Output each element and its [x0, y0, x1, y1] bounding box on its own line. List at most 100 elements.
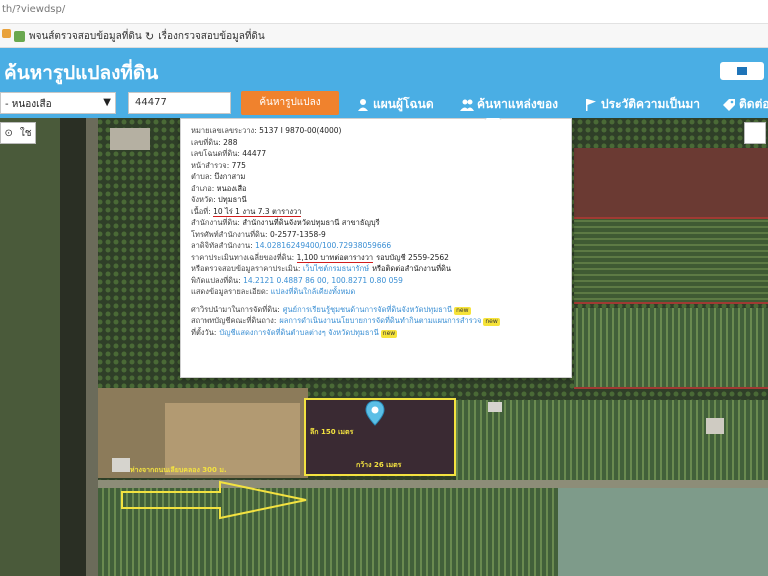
- bookmark-2-label: เรื่องกรวจสอบข้อมูลที่ดิน: [158, 31, 265, 42]
- info-value: 288: [223, 137, 238, 147]
- info-row: ตำบล: บึงกาสาม: [191, 171, 561, 183]
- satellite-map[interactable]: ⊙ ใช ลึก 150 เมตร กว้าง 26 เมตร ห่างจากถ…: [0, 118, 768, 576]
- parcel-width-label: ลึก 150 เมตร: [310, 428, 354, 436]
- info-label: หรือตรวจสอบข้อมูลราคาประเมิน:: [191, 264, 301, 273]
- info-value: บึงกาสาม: [214, 172, 246, 181]
- info-row: หน้าสำรวจ: 775: [191, 160, 561, 172]
- info-value: 775: [231, 160, 246, 170]
- info-row: พิกัดแปลงที่ดิน: 14.2121 0.4887 86 00, 1…: [191, 275, 561, 287]
- bookmark-1[interactable]: พจนส์ตรวจสอบข้อมูลที่ดิน: [14, 29, 142, 44]
- app-header: ค้นหารูปแปลงที่ดิน: [0, 48, 768, 92]
- nav-history-label: ประวัติความเป็นมา: [601, 97, 701, 111]
- info-value: 10 ไร่ 1 งาน 7.3 ตารางวา: [213, 206, 302, 217]
- nav-search-source[interactable]: ค้นหาแหล่งของ: [460, 95, 558, 114]
- parcel-depth-label: กว้าง 26 เมตร: [356, 461, 402, 469]
- info-link[interactable]: 14.2121 0.4887 86 00, 100.8271 0.80 059: [243, 276, 403, 285]
- info-label: แสดงข้อมูลรายละเอียด:: [191, 287, 269, 296]
- info-row: ราคาประเมินทางเฉลี่ยของที่ดิน: 1,100 บาท…: [191, 252, 561, 264]
- nav-search-source-label: ค้นหาแหล่งของ: [477, 97, 559, 111]
- map-zoom-control[interactable]: ⊙ ใช: [0, 122, 36, 144]
- new-badge: new: [380, 329, 398, 338]
- info-row: อำเภอ: หนองเสือ: [191, 183, 561, 195]
- footer-row: ที่ตั้งวัน: บัญชีแสดงการจัดที่ดินตำบลต่าง…: [191, 327, 561, 339]
- info-row: เลขที่ดิน: 288: [191, 137, 561, 149]
- search-toolbar: - หนองเสือ ▼ 44477 ค้นหารูปแปลง แผนผู้โฉ…: [0, 91, 768, 118]
- info-row: จังหวัด: ปทุมธานี: [191, 194, 561, 206]
- info-label: เลขที่ดิน:: [191, 137, 221, 147]
- info-label: สำนักงานที่ดิน:: [191, 218, 240, 227]
- footer-label: ที่ตั้งวัน:: [191, 327, 217, 337]
- new-badge: new: [483, 318, 500, 326]
- info-row: หมายเลขเลขระวาง: 5137 I 9870-00(4000): [191, 125, 561, 137]
- info-label: ตำบล:: [191, 172, 212, 181]
- footer-link[interactable]: ผลการดำเนินงานนโยบายการจัดที่ดินทำกินตาม…: [279, 316, 481, 325]
- footer-link[interactable]: บัญชีแสดงการจัดที่ดินตำบลต่างๆ จังหวัดปท…: [219, 328, 378, 337]
- info-value: 44477: [242, 149, 267, 158]
- parcel-number-input[interactable]: 44477: [128, 92, 231, 114]
- info-row: สำนักงานที่ดิน: สำนักงานที่ดินจังหวัดปทุ…: [191, 217, 561, 229]
- info-value: ปทุมธานี: [218, 195, 247, 204]
- footer-label: ศาวิรปนำมาในการจัดที่ดิน:: [191, 304, 280, 314]
- info-row: เลขโฉนดที่ดิน: 44477: [191, 148, 561, 160]
- bookmarks-bar: พจนส์ตรวจสอบข้อมูลที่ดิน ↻ เรื่องกรวจสอบ…: [0, 24, 768, 48]
- info-link[interactable]: แปลงที่ดินใกล้เคียงทั้งหมด: [271, 287, 356, 296]
- footer-row: ศาวิรปนำมาในการจัดที่ดิน: ศูนย์การเรียนรู…: [191, 304, 561, 316]
- footer-link[interactable]: ศูนย์การเรียนรู้ชุมชนด้านการจัดที่ดินจัง…: [283, 305, 452, 314]
- parcel-number-value: 44477: [135, 97, 167, 108]
- bookmark-1-label: พจนส์ตรวจสอบข้อมูลที่ดิน: [29, 31, 142, 42]
- info-extra: หรือติดต่อสำนักงานที่ดิน: [372, 264, 452, 273]
- info-row: โทรศัพท์สำนักงานที่ดิน: 0-2577-1358-9: [191, 229, 561, 241]
- info-label: เนื้อที่:: [191, 206, 211, 216]
- nav-contact-label: ติดต่อ: [739, 97, 768, 111]
- info-label: ลาดิจิทัลสำนักงาน:: [191, 241, 253, 250]
- nav-history[interactable]: ประวัติความเป็นมา: [584, 95, 700, 114]
- info-row: หรือตรวจสอบข้อมูลราคาประเมิน: เว็บไซต์กร…: [191, 263, 561, 275]
- map-control-right[interactable]: ใช: [20, 126, 32, 141]
- arrow-icon: [121, 480, 307, 520]
- road-distance-label: ห่างจากถนนเลียบคลอง 300 ม.: [130, 466, 227, 474]
- info-value: สำนักงานที่ดินจังหวัดปทุมธานี สาขาธัญบุร…: [242, 218, 380, 227]
- info-row: แสดงข้อมูลรายละเอียด: แปลงที่ดินใกล้เคีย…: [191, 286, 561, 298]
- people-icon: [460, 99, 474, 111]
- bookmark-2[interactable]: ↻ เรื่องกรวจสอบข้อมูลที่ดิน: [145, 29, 265, 44]
- address-bar[interactable]: th/?viewdsp/: [0, 0, 768, 24]
- nav-owner-label: แผนผู้โฉนด: [373, 97, 434, 111]
- flag-icon: [586, 98, 596, 111]
- menu-icon: [737, 67, 747, 75]
- info-row: เนื้อที่: 10 ไร่ 1 งาน 7.3 ตารางวา: [191, 206, 561, 218]
- refresh-icon: ↻: [145, 30, 155, 43]
- info-link[interactable]: เว็บไซต์กรมธนารักษ์: [303, 264, 369, 273]
- search-button[interactable]: ค้นหารูปแปลง: [241, 91, 339, 115]
- district-select[interactable]: - หนองเสือ ▼: [0, 92, 116, 114]
- person-icon: [358, 98, 368, 111]
- nav-contact[interactable]: ติดต่อ: [722, 95, 768, 114]
- bookmark-icon-grid[interactable]: [2, 29, 11, 38]
- info-link[interactable]: 14.02816249400/100.72938059666: [255, 241, 391, 250]
- info-label: หน้าสำรวจ:: [191, 160, 230, 170]
- info-label: เลขโฉนดที่ดิน:: [191, 149, 240, 158]
- new-badge: new: [454, 306, 471, 315]
- menu-button[interactable]: [720, 62, 764, 80]
- locate-icon[interactable]: ⊙: [4, 128, 12, 139]
- nav-owner[interactable]: แผนผู้โฉนด: [356, 95, 434, 114]
- url-text[interactable]: th/?viewdsp/: [2, 4, 65, 15]
- leaf-icon: [14, 31, 25, 42]
- footer-label: สถาพทบัญชีคณะที่ดินถาง:: [191, 316, 277, 325]
- info-row: ลาดิจิทัลสำนักงาน: 14.02816249400/100.72…: [191, 240, 561, 252]
- info-label: อำเภอ:: [191, 183, 215, 193]
- page-title: ค้นหารูปแปลงที่ดิน: [4, 62, 159, 84]
- parcel-info-popup: หมายเลขเลขระวาง: 5137 I 9870-00(4000) เลข…: [180, 118, 572, 378]
- info-label: จังหวัด:: [191, 195, 216, 204]
- layer-control[interactable]: [744, 122, 766, 144]
- info-label: พิกัดแปลงที่ดิน:: [191, 275, 241, 285]
- map-pin-icon[interactable]: [365, 400, 385, 426]
- info-value: 5137 I 9870-00(4000): [259, 126, 342, 135]
- info-value: หนองเสือ: [216, 183, 247, 193]
- district-select-value: - หนองเสือ: [5, 99, 52, 110]
- info-label: หมายเลขเลขระวาง:: [191, 126, 257, 135]
- info-extra: รอบบัญชี 2559-2562: [376, 252, 449, 262]
- info-value: 1,100 บาทต่อตารางวา: [296, 252, 374, 263]
- info-label: โทรศัพท์สำนักงานที่ดิน:: [191, 229, 268, 239]
- chevron-down-icon: ▼: [103, 97, 111, 108]
- info-label: ราคาประเมินทางเฉลี่ยของที่ดิน:: [191, 252, 295, 262]
